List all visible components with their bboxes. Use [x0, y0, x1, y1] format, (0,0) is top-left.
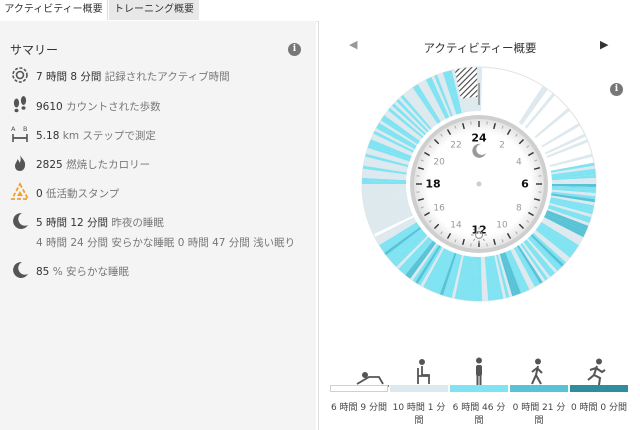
clock-hour-label: 8	[516, 204, 522, 214]
clock-hour-label: 16	[433, 204, 445, 214]
clock-hour-label: 18	[425, 178, 440, 191]
steps-value: 9610	[36, 101, 63, 113]
flame-icon	[15, 155, 26, 171]
active-time-label: 記録されたアクティブ時間	[104, 71, 230, 83]
summary-title: サマリー	[10, 43, 59, 57]
legend-bar-walking	[510, 385, 568, 392]
stamps-value: 0	[36, 188, 43, 200]
running-icon	[587, 358, 606, 386]
calories-value: 2825	[36, 159, 63, 171]
next-day-button[interactable]: ▶	[600, 38, 608, 51]
lying-icon	[355, 372, 389, 387]
distance-value: 5.18	[36, 130, 60, 142]
svg-text:A: A	[11, 125, 16, 133]
sitting-icon	[417, 359, 430, 384]
clock-hour-label: 20	[433, 158, 445, 168]
stamp-icon	[10, 182, 30, 200]
walking-icon	[531, 358, 543, 385]
summary-panel: サマリー i 7 時間 8 分間 記録されたアクティブ時間 9610 カウントさ…	[0, 21, 316, 430]
active-time-value: 7 時間 8 分間	[36, 71, 102, 83]
legend-label-sitting: 10 時間 1 分間	[392, 403, 446, 426]
legend-bar-running	[570, 385, 628, 392]
svg-text:B: B	[23, 125, 27, 133]
restful-label: 安らかな睡眠	[66, 266, 130, 278]
clock-center-dot	[476, 181, 482, 187]
clock-hour-label: 6	[521, 178, 529, 191]
distance-icon: A B	[11, 125, 28, 142]
distance-label: ステップで測定	[82, 130, 156, 142]
moon-icon	[13, 212, 28, 229]
legend-bar-lying	[330, 385, 388, 392]
footprints-icon	[13, 96, 27, 113]
distance-unit: km	[62, 130, 80, 142]
tab-activity-summary[interactable]: アクティビティー概要	[0, 0, 108, 20]
moon-icon	[13, 261, 28, 278]
overview-title: アクティビティー概要	[423, 41, 537, 55]
steps-label: カウントされた歩数	[66, 101, 161, 113]
legend-bar-sitting	[390, 385, 448, 392]
activity-dial: 24246810121416182022	[361, 66, 597, 302]
summary-info-icon[interactable]: i	[288, 43, 301, 56]
legend-label-walking: 0 時間 21 分間	[512, 403, 566, 426]
legend-bar-standing	[450, 385, 508, 392]
clock-hour-label: 24	[471, 132, 487, 145]
legend-label-standing: 6 時間 46 分間	[452, 403, 506, 426]
restful-value: 85	[36, 266, 50, 278]
sleep-value: 5 時間 12 分間	[36, 217, 109, 229]
tab-bar: アクティビティー概要 トレーニング概要	[0, 0, 640, 22]
tab-training-summary[interactable]: トレーニング概要	[109, 0, 199, 20]
legend-label-lying: 6 時間 9 分間	[330, 403, 388, 413]
clock-hour-label: 2	[499, 141, 505, 151]
clock-hour-label: 4	[516, 158, 522, 168]
legend-label-running: 0 時間 0 分間	[570, 403, 628, 413]
clock-hour-label: 14	[450, 220, 462, 230]
standing-icon	[476, 357, 482, 385]
restful-unit: %	[52, 266, 63, 278]
stamps-label: 低活動スタンプ	[46, 188, 120, 200]
activity-overview-panel: ◀ アクティビティー概要 ▶ i 24 2 4 6 8 10 12 14 16 18 20 22	[318, 21, 640, 430]
clock-hour-label: 10	[496, 220, 508, 230]
sleep-detail: 4 時間 24 分間 安らかな睡眠 0 時間 47 分間 浅い眠り	[36, 237, 296, 249]
clock-hour-label: 22	[450, 141, 461, 151]
active-time-icon	[12, 67, 28, 83]
calories-label: 燃焼したカロリー	[66, 159, 151, 171]
sleep-label: 昨夜の睡眠	[111, 217, 164, 229]
legend-color-bar	[330, 385, 628, 392]
